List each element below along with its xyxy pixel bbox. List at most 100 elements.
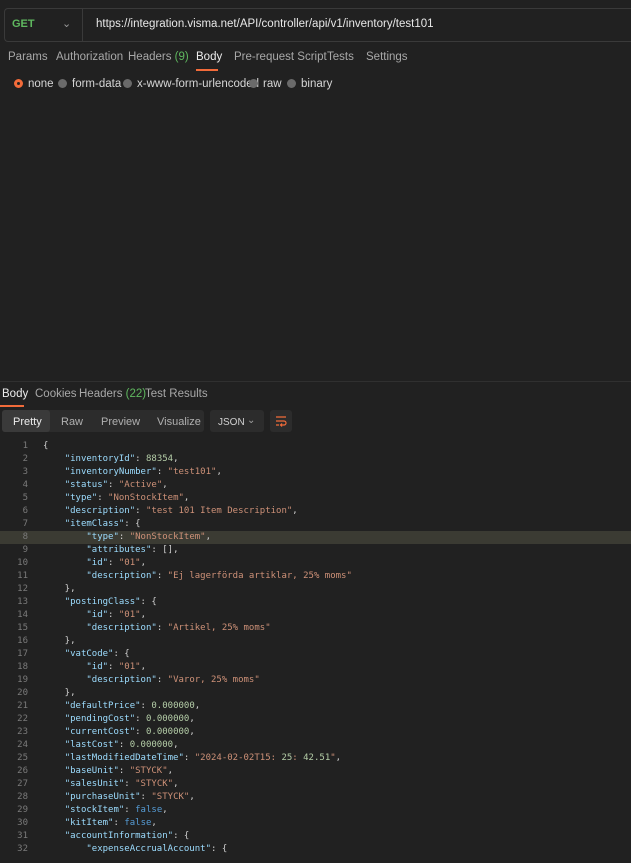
view-preview-button[interactable]: Preview — [101, 416, 140, 428]
code-text: "type": "NonStockItem", — [64, 493, 190, 503]
code-line: 12 }, — [0, 583, 631, 596]
line-number: 3 — [22, 467, 28, 477]
line-number: 14 — [17, 610, 28, 620]
line-number: 25 — [17, 753, 28, 763]
tab-headers[interactable]: Headers (9) — [128, 51, 189, 63]
code-line: 7 "itemClass": { — [0, 518, 631, 531]
line-number: 29 — [17, 805, 28, 815]
code-text: "id": "01", — [86, 662, 146, 672]
resp-tab-headers[interactable]: Headers (22) — [79, 388, 146, 400]
code-text: "accountInformation": { — [64, 831, 190, 841]
code-text: "currentCost": 0.000000, — [64, 727, 195, 737]
code-text: "type": "NonStockItem", — [86, 532, 211, 542]
code-text: "postingClass": { — [64, 597, 157, 607]
radio-form-data[interactable]: form-data — [58, 78, 121, 92]
code-line: 9 "attributes": [], — [0, 544, 631, 557]
code-line: 6 "description": "test 101 Item Descript… — [0, 505, 631, 518]
line-number: 4 — [22, 480, 28, 490]
code-line: 26 "baseUnit": "STYCK", — [0, 765, 631, 778]
tab-tests[interactable]: Tests — [327, 51, 354, 63]
code-line: 8 "type": "NonStockItem", — [0, 531, 631, 544]
radio-raw[interactable]: raw — [249, 78, 282, 92]
line-number: 27 — [17, 779, 28, 789]
resp-tab-body[interactable]: Body — [2, 388, 28, 400]
line-number: 7 — [22, 519, 28, 529]
method-label: GET — [12, 18, 35, 30]
line-number: 24 — [17, 740, 28, 750]
active-resp-tab-indicator — [0, 405, 24, 407]
code-text: "id": "01", — [86, 610, 146, 620]
url-bar: GET ⌄ https://integration.visma.net/API/… — [0, 8, 631, 42]
response-code-view[interactable]: 1{2 "inventoryId": 88354, 3 "inventoryNum… — [0, 440, 631, 863]
code-text: "itemClass": { — [64, 519, 141, 529]
tab-headers-label: Headers — [128, 51, 172, 63]
code-text: "description": "test 101 Item Descriptio… — [64, 506, 298, 516]
tab-pre-request-script[interactable]: Pre-request Script — [234, 51, 327, 63]
code-text: "lastModifiedDateTime": "2024-02-02T15: … — [64, 753, 342, 763]
chevron-down-icon[interactable]: ⌄ — [247, 415, 255, 426]
line-number: 18 — [17, 662, 28, 672]
line-number: 12 — [17, 584, 28, 594]
line-number: 5 — [22, 493, 28, 503]
radio-label: x-www-form-urlencoded — [137, 78, 260, 90]
code-text: "inventoryNumber": "test101", — [64, 467, 222, 477]
radio-none[interactable]: none — [14, 78, 54, 92]
line-number: 28 — [17, 792, 28, 802]
code-line: 16 }, — [0, 635, 631, 648]
radio-selected-icon — [14, 79, 23, 88]
tab-authorization[interactable]: Authorization — [56, 51, 123, 63]
code-line: 29 "stockItem": false, — [0, 804, 631, 817]
code-line: 18 "id": "01", — [0, 661, 631, 674]
view-visualize-button[interactable]: Visualize — [157, 416, 201, 428]
line-number: 8 — [22, 532, 28, 542]
code-text: "description": "Varor, 25% moms" — [86, 675, 260, 685]
code-line: 15 "description": "Artikel, 25% moms" — [0, 622, 631, 635]
line-number: 23 — [17, 727, 28, 737]
code-text: }, — [43, 688, 76, 698]
code-line: 5 "type": "NonStockItem", — [0, 492, 631, 505]
code-text: "vatCode": { — [64, 649, 130, 659]
url-text[interactable]: https://integration.visma.net/API/contro… — [96, 18, 434, 30]
code-text: }, — [43, 584, 76, 594]
view-pretty-button[interactable]: Pretty — [13, 416, 42, 428]
resp-tab-cookies[interactable]: Cookies — [35, 388, 77, 400]
view-raw-button[interactable]: Raw — [61, 416, 83, 428]
code-line: 3 "inventoryNumber": "test101", — [0, 466, 631, 479]
tab-settings[interactable]: Settings — [366, 51, 408, 63]
line-number: 32 — [17, 844, 28, 854]
code-line: 13 "postingClass": { — [0, 596, 631, 609]
line-number: 13 — [17, 597, 28, 607]
code-text: "id": "01", — [86, 558, 146, 568]
code-text: "kitItem": false, — [64, 818, 157, 828]
code-line: 17 "vatCode": { — [0, 648, 631, 661]
code-text: "attributes": [], — [86, 545, 179, 555]
code-line: 22 "pendingCost": 0.000000, — [0, 713, 631, 726]
code-line: 1{ — [0, 440, 631, 453]
line-number: 20 — [17, 688, 28, 698]
code-text: "inventoryId": 88354, — [64, 454, 179, 464]
chevron-down-icon[interactable]: ⌄ — [62, 17, 71, 30]
code-line: 14 "id": "01", — [0, 609, 631, 622]
tab-params[interactable]: Params — [8, 51, 48, 63]
radio-label: raw — [263, 78, 282, 90]
line-number: 30 — [17, 818, 28, 828]
line-number: 10 — [17, 558, 28, 568]
radio-x-www-form-urlencoded[interactable]: x-www-form-urlencoded — [123, 78, 259, 92]
line-number: 11 — [17, 571, 28, 581]
line-number: 21 — [17, 701, 28, 711]
radio-label: none — [28, 78, 54, 90]
tab-body[interactable]: Body — [196, 51, 222, 63]
line-number: 1 — [22, 441, 28, 451]
code-text: "stockItem": false, — [64, 805, 168, 815]
code-line: 27 "salesUnit": "STYCK", — [0, 778, 631, 791]
code-line: 23 "currentCost": 0.000000, — [0, 726, 631, 739]
response-divider[interactable] — [0, 381, 631, 382]
active-tab-indicator — [196, 69, 218, 71]
code-line: 28 "purchaseUnit": "STYCK", — [0, 791, 631, 804]
line-number: 26 — [17, 766, 28, 776]
radio-binary[interactable]: binary — [287, 78, 332, 92]
code-line: 19 "description": "Varor, 25% moms" — [0, 674, 631, 687]
resp-tab-headers-label: Headers — [79, 388, 123, 400]
code-text: "pendingCost": 0.000000, — [64, 714, 195, 724]
resp-tab-test-results[interactable]: Test Results — [145, 388, 208, 400]
